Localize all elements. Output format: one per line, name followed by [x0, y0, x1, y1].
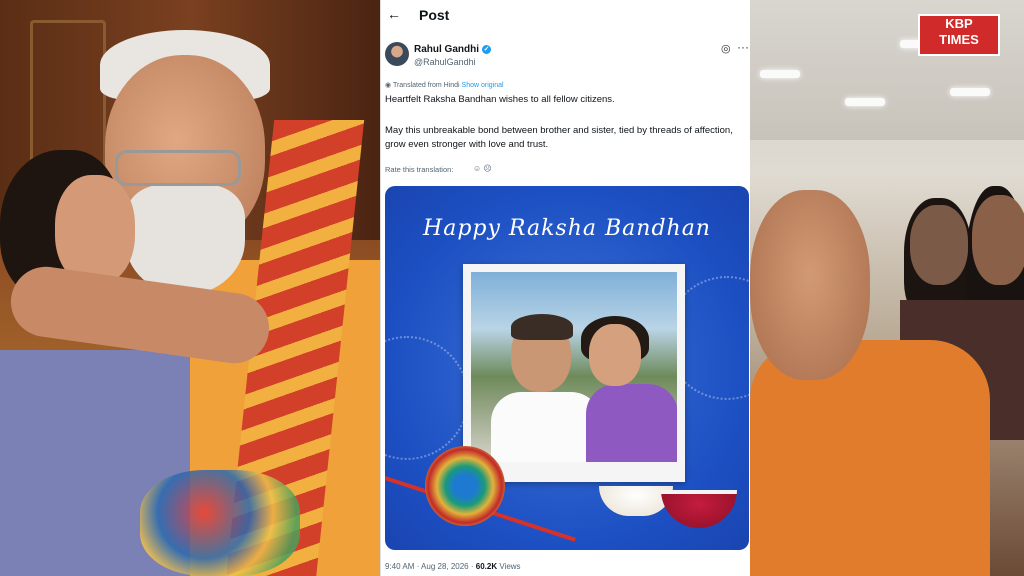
- woman-face: [589, 324, 641, 386]
- rate-icons: ☺ ☹: [473, 164, 492, 173]
- author-name-text[interactable]: Rahul Gandhi: [414, 44, 479, 55]
- peacock-rakhi: [425, 446, 505, 526]
- more-icon[interactable]: ···: [737, 40, 749, 54]
- tweet-text-line2: May this unbreakable bond between brothe…: [385, 125, 733, 150]
- grok-icon[interactable]: ◎: [721, 42, 731, 55]
- smile-icon[interactable]: ☺: [473, 164, 481, 173]
- tweet-views-label: Views: [499, 562, 521, 571]
- man-shirt: [491, 392, 601, 462]
- woman-saree: [586, 384, 677, 462]
- avatar[interactable]: [385, 42, 409, 66]
- author-name[interactable]: Rahul Gandhi ✓: [414, 44, 491, 55]
- author-handle[interactable]: @RahulGandhi: [414, 57, 476, 67]
- translation-notice: ◉ Translated from Hindi Show original: [385, 81, 504, 89]
- tweet-text-line1: Heartfelt Raksha Bandhan wishes to all f…: [385, 94, 615, 105]
- mandala-decoration: [385, 336, 469, 460]
- ceiling-light: [760, 70, 800, 78]
- tweet-date[interactable]: Aug 28, 2026: [421, 562, 469, 571]
- frown-icon[interactable]: ☹: [483, 164, 491, 173]
- girl-face: [972, 195, 1024, 285]
- tweet-panel: ← Post Rahul Gandhi ✓ @RahulGandhi ◎ ··· …: [380, 0, 752, 576]
- show-original-link[interactable]: Show original: [462, 82, 504, 89]
- siblings-photo: [471, 272, 677, 462]
- rate-translation-label: Rate this translation:: [385, 165, 454, 174]
- tweet-time: 9:40 AM: [385, 562, 415, 571]
- glasses: [115, 150, 241, 186]
- translate-icon: ◉: [385, 82, 393, 89]
- translation-prefix: Translated from Hindi: [392, 82, 460, 89]
- white-beard: [125, 185, 245, 295]
- rakhi-threads: [140, 470, 300, 576]
- left-photo: [0, 0, 380, 576]
- tweet-views-count: 60.2K: [475, 562, 498, 571]
- verified-badge-icon: ✓: [482, 44, 491, 54]
- girl-face: [910, 205, 968, 285]
- logo-line1: KBP: [945, 16, 973, 31]
- man-hair: [511, 314, 573, 340]
- arrow-left-icon[interactable]: ←: [387, 6, 401, 22]
- card-title: Happy Raksha Bandhan: [423, 216, 711, 241]
- ceiling-light: [950, 88, 990, 96]
- kbp-times-logo: KBP TIMES: [918, 14, 1000, 56]
- tweet-meta: 9:40 AM · Aug 28, 2026 · 60.2K Views: [385, 562, 521, 571]
- tweet-topbar: ← Post: [381, 0, 751, 32]
- monk-face: [750, 190, 870, 380]
- ceiling-light: [845, 98, 885, 106]
- kumkum-bowl: [661, 490, 737, 528]
- photo-frame: [463, 264, 685, 482]
- tweet-image-card[interactable]: Happy Raksha Bandhan: [385, 186, 749, 550]
- logo-line2: TIMES: [939, 32, 979, 47]
- right-photo: KBP TIMES: [750, 0, 1024, 576]
- page-title: Post: [419, 7, 450, 23]
